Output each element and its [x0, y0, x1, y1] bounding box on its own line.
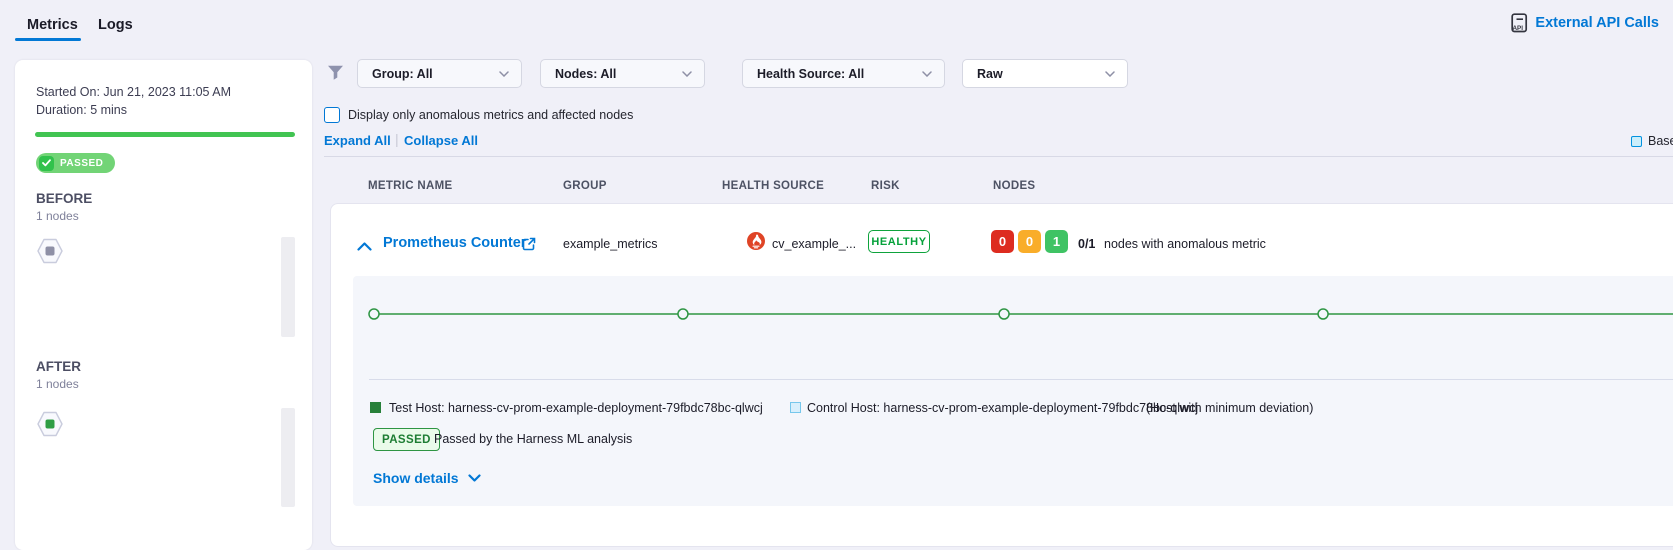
ml-verdict-badge-label: PASSED: [382, 434, 431, 446]
health-source-filter-dropdown[interactable]: Health Source: All: [742, 59, 945, 88]
chevron-down-icon: [468, 474, 481, 482]
tab-metrics[interactable]: Metrics: [27, 17, 78, 33]
header-separator: [324, 156, 1673, 157]
anomalous-only-checkbox[interactable]: [324, 107, 340, 123]
api-document-icon: API: [1511, 13, 1528, 33]
duration-text: Duration: 5 mins: [36, 103, 127, 117]
baseline-legend-label: Base: [1648, 134, 1673, 148]
column-header-metric-name: METRIC NAME: [368, 180, 452, 192]
anomalous-nodes-ratio: 0/1: [1078, 237, 1095, 251]
risk-status-label: HEALTHY: [871, 236, 926, 248]
chevron-down-icon: [1105, 71, 1115, 77]
collapse-all-link[interactable]: Collapse All: [404, 133, 478, 148]
active-tab-underline: [15, 38, 81, 41]
external-link-icon[interactable]: [522, 237, 536, 256]
before-nodes-scrollbar[interactable]: [281, 237, 295, 337]
prometheus-icon: [747, 232, 765, 255]
collapse-row-chevron-up-icon[interactable]: [357, 238, 372, 256]
nodes-filter-dropdown[interactable]: Nodes: All: [540, 59, 705, 88]
metric-row-card: Prometheus Counter example_metrics cv_ex…: [330, 203, 1673, 547]
anomalous-only-checkbox-label: Display only anomalous metrics and affec…: [348, 108, 633, 122]
risk-status-badge: HEALTHY: [868, 230, 930, 253]
external-api-calls-label: External API Calls: [1535, 15, 1659, 31]
column-header-health-source: HEALTH SOURCE: [722, 180, 824, 192]
verification-summary-panel: Started On: Jun 21, 2023 11:05 AM Durati…: [15, 60, 312, 550]
chevron-down-icon: [682, 71, 692, 77]
control-host-legend-label[interactable]: Control Host: harness-cv-prom-example-de…: [807, 401, 1198, 415]
after-node-count: 1 nodes: [36, 377, 79, 391]
nodes-filter-value: Nodes: All: [555, 67, 616, 81]
data-type-dropdown[interactable]: Raw: [962, 59, 1128, 88]
filter-funnel-icon: [327, 65, 344, 86]
before-node-count: 1 nodes: [36, 209, 79, 223]
external-api-calls-link[interactable]: API External API Calls: [1511, 13, 1659, 33]
status-badge-label: PASSED: [60, 158, 103, 169]
metric-name-link[interactable]: Prometheus Counter: [383, 235, 526, 251]
expand-all-link[interactable]: Expand All: [324, 133, 391, 148]
ml-verdict-text: Passed by the Harness ML analysis: [434, 432, 632, 446]
control-host-note: (Host with minimum deviation): [1146, 401, 1313, 415]
after-section-title: AFTER: [36, 359, 81, 374]
check-icon: [39, 156, 54, 171]
healthy-node-count-box: 1: [1045, 230, 1068, 253]
verification-progress-bar: [35, 132, 295, 137]
timeseries-chart: [353, 276, 1673, 376]
svg-text:API: API: [1513, 25, 1524, 32]
group-filter-value: Group: All: [372, 67, 433, 81]
after-nodes-scrollbar[interactable]: [281, 408, 295, 507]
test-host-legend-swatch: [370, 402, 381, 413]
warning-node-count-box: 0: [1018, 230, 1041, 253]
control-host-legend-swatch: [790, 402, 801, 413]
column-header-group: GROUP: [563, 180, 607, 192]
show-details-link[interactable]: Show details: [373, 470, 481, 486]
verification-status-badge: PASSED: [36, 153, 115, 173]
column-header-nodes: NODES: [993, 180, 1035, 192]
chevron-down-icon: [499, 71, 509, 77]
health-source-filter-value: Health Source: All: [757, 67, 864, 81]
ml-verdict-badge: PASSED: [373, 428, 440, 451]
test-host-legend-label[interactable]: Test Host: harness-cv-prom-example-deplo…: [389, 401, 763, 415]
baseline-legend-chip[interactable]: Base: [1631, 134, 1673, 148]
anomalous-nodes-summary: nodes with anomalous metric: [1104, 237, 1266, 251]
baseline-legend-swatch: [1631, 136, 1642, 147]
data-type-value: Raw: [977, 67, 1003, 81]
group-filter-dropdown[interactable]: Group: All: [357, 59, 522, 88]
group-cell: example_metrics: [563, 237, 657, 251]
chevron-down-icon: [922, 71, 932, 77]
risky-node-count-box: 0: [991, 230, 1014, 253]
show-details-label: Show details: [373, 470, 459, 486]
after-node-hexagon[interactable]: [37, 410, 63, 438]
column-header-risk: RISK: [871, 180, 900, 192]
metric-analysis-panel: Test Host: harness-cv-prom-example-deplo…: [353, 276, 1673, 506]
tab-logs[interactable]: Logs: [98, 17, 133, 33]
chart-x-axis-line: [369, 379, 1673, 380]
before-section-title: BEFORE: [36, 191, 92, 206]
started-on-text: Started On: Jun 21, 2023 11:05 AM: [36, 85, 231, 99]
verification-metrics-page: Metrics Logs API External API Calls Star…: [0, 0, 1673, 535]
before-node-hexagon[interactable]: [37, 237, 63, 265]
health-source-cell: cv_example_...: [772, 237, 856, 251]
links-divider: |: [395, 131, 399, 147]
